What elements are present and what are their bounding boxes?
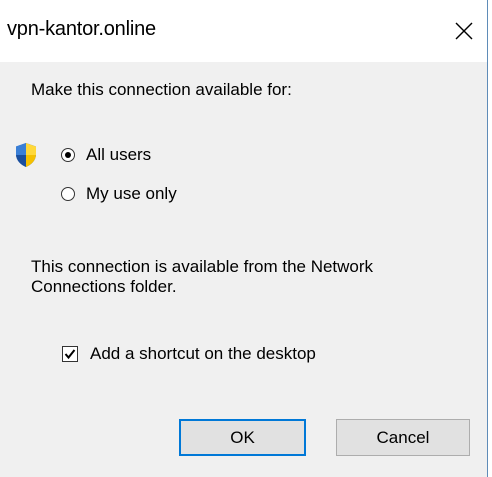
checkmark-icon bbox=[64, 349, 76, 360]
ok-button[interactable]: OK bbox=[179, 419, 306, 456]
radio-all-users-label: All users bbox=[86, 145, 152, 164]
radio-all-users[interactable]: All users bbox=[61, 143, 151, 167]
shortcut-checkbox[interactable] bbox=[62, 346, 78, 362]
radio-my-use-only-label: My use only bbox=[86, 184, 177, 203]
dialog-window: vpn-kantor.online Make this connection a… bbox=[0, 0, 488, 477]
availability-prompt: Make this connection available for: bbox=[31, 80, 292, 99]
cancel-button[interactable]: Cancel bbox=[336, 419, 470, 456]
radio-my-use-only[interactable]: My use only bbox=[61, 182, 177, 206]
shortcut-label: Add a shortcut on the desktop bbox=[90, 344, 316, 363]
radio-button-unchecked[interactable] bbox=[61, 187, 75, 201]
shortcut-option[interactable]: Add a shortcut on the desktop bbox=[62, 342, 316, 366]
close-icon bbox=[455, 22, 473, 40]
shield-icon bbox=[16, 143, 36, 167]
info-text: This connection is available from the Ne… bbox=[31, 257, 374, 296]
radio-button-checked[interactable] bbox=[61, 148, 75, 162]
window-title: vpn-kantor.online bbox=[7, 18, 156, 40]
title-bar: vpn-kantor.online bbox=[0, 0, 487, 62]
close-button[interactable] bbox=[448, 14, 480, 48]
